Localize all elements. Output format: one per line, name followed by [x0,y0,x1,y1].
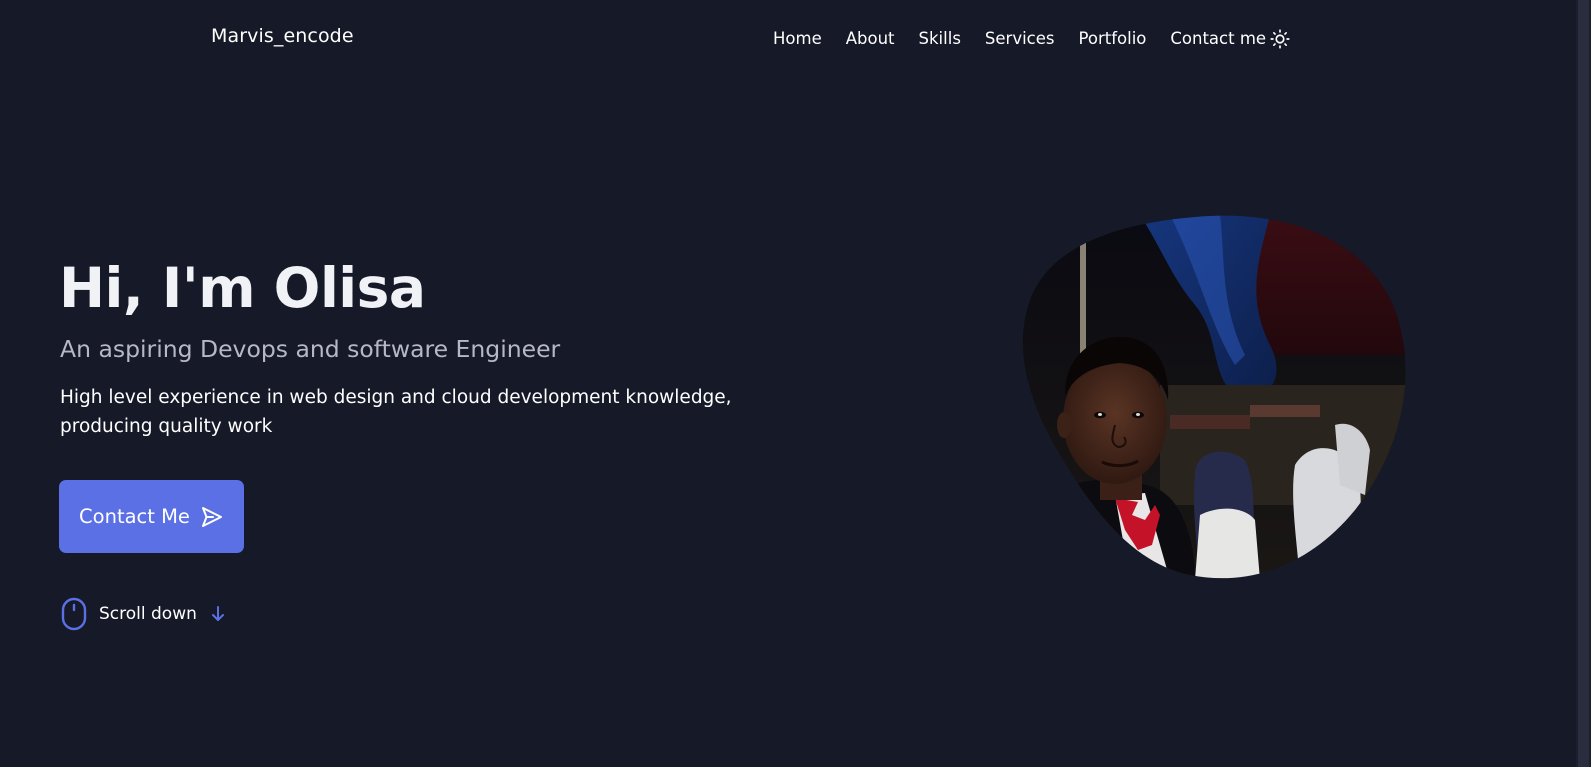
nav-portfolio[interactable]: Portfolio [1079,29,1147,48]
nav-skills[interactable]: Skills [919,29,961,48]
nav-contact[interactable]: Contact me [1170,29,1266,48]
arrow-down-icon [211,606,225,622]
contact-me-button[interactable]: Contact Me [59,480,244,553]
hero-subtitle: An aspiring Devops and software Engineer [60,335,561,363]
nav-services[interactable]: Services [985,29,1055,48]
nav-about[interactable]: About [846,29,895,48]
main-nav: Home About Skills Services Portfolio Con… [773,27,1291,50]
contact-me-label: Contact Me [79,505,190,528]
sun-icon [1270,29,1290,49]
nav-home[interactable]: Home [773,29,822,48]
mouse-icon [61,597,87,631]
page: Marvis_encode Home About Skills Services… [0,0,1591,767]
scroll-down-link[interactable]: Scroll down [61,597,225,631]
hero-description: High level experience in web design and … [60,387,732,437]
profile-photo [1020,215,1410,580]
logo[interactable]: Marvis_encode [211,25,354,47]
send-icon [201,506,222,527]
scroll-down-label: Scroll down [99,604,197,624]
theme-toggle-button[interactable] [1269,28,1291,50]
hero-title: Hi, I'm Olisa [59,256,426,320]
scrollbar-thumb[interactable] [1578,0,1589,767]
scrollbar[interactable] [1576,0,1591,767]
